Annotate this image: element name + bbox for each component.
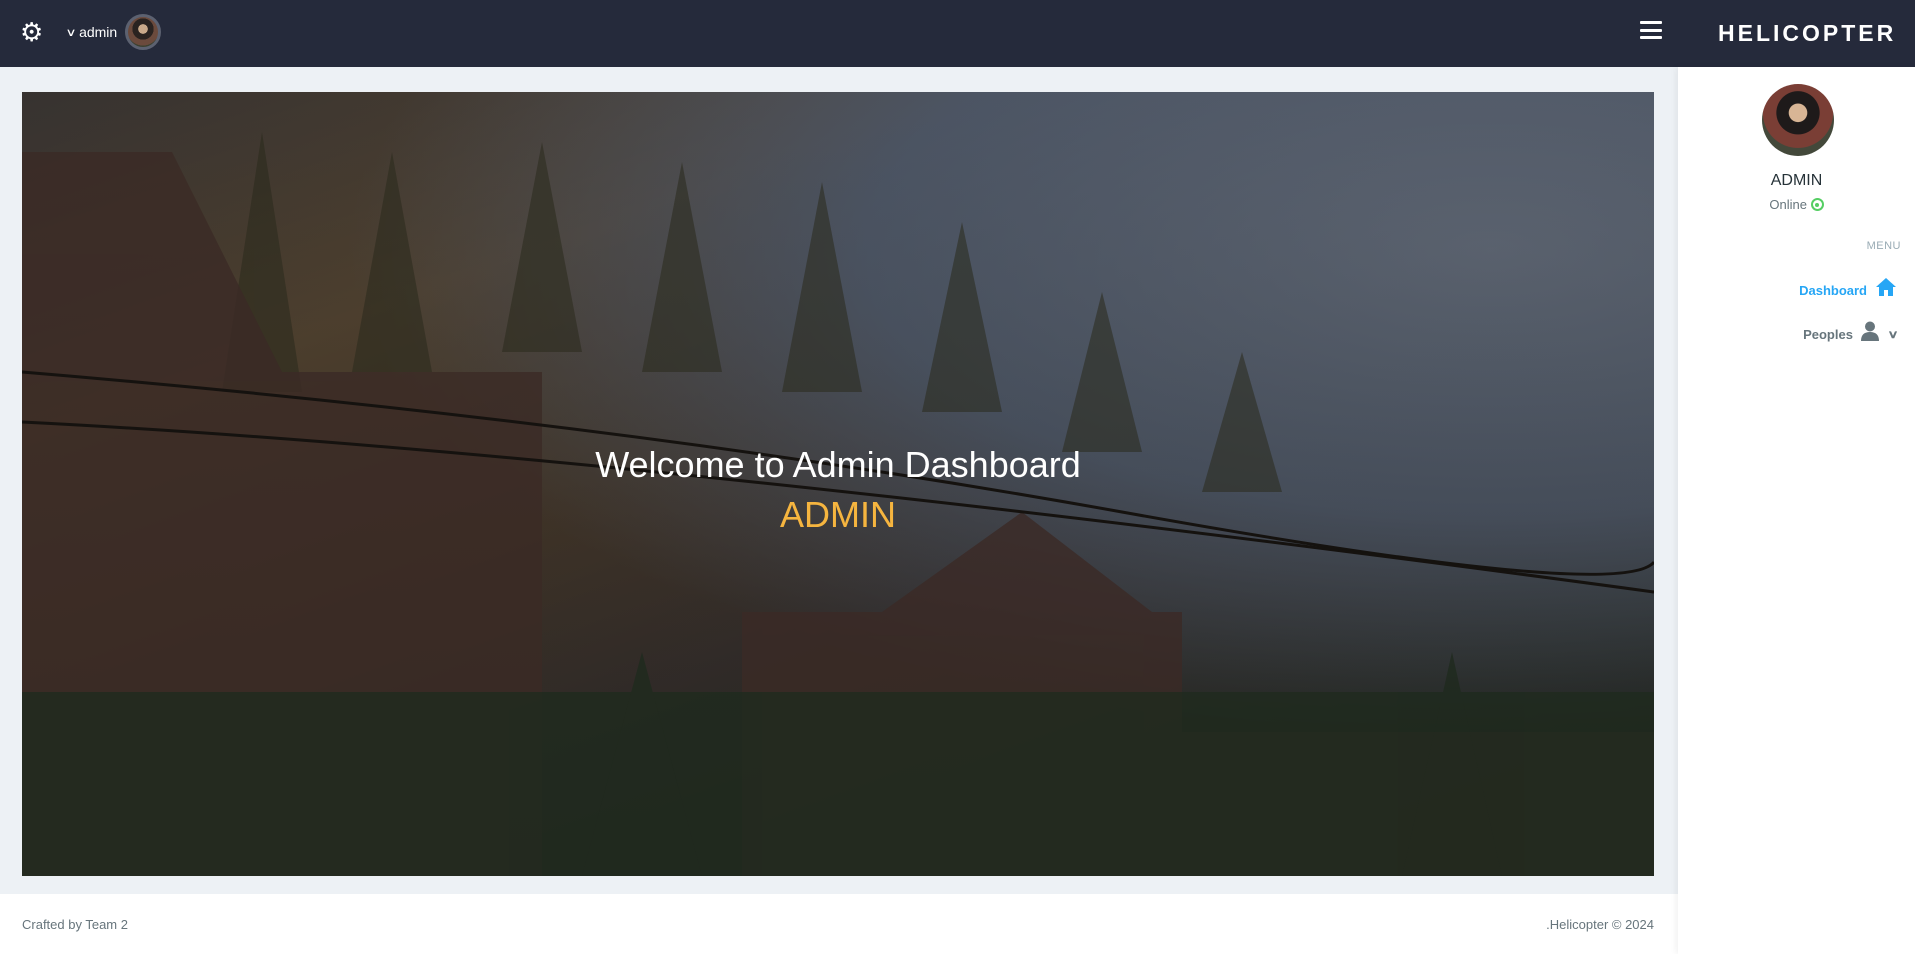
gear-icon[interactable]: ⚙ (20, 19, 46, 45)
main-content: Welcome to Admin Dashboard ADMIN (0, 67, 1678, 894)
profile-avatar (1762, 84, 1834, 156)
profile-status: Online (1678, 197, 1915, 212)
top-navbar: ⚙ ∨ admin HELICOPTER (0, 0, 1915, 67)
username: admin (79, 24, 118, 40)
sidebar: ADMIN Online MENU Dashboard Peoples ∨ (1678, 67, 1915, 954)
user-dropdown[interactable]: ∨ admin (65, 14, 162, 50)
sidebar-item-label: Peoples (1803, 326, 1853, 342)
chevron-down-icon: ∨ (65, 26, 77, 39)
sidebar-item-peoples[interactable]: Peoples ∨ (1803, 321, 1899, 347)
avatar[interactable] (125, 14, 162, 50)
hamburger-icon[interactable] (1640, 21, 1662, 39)
welcome-banner: Welcome to Admin Dashboard ADMIN (22, 92, 1654, 876)
status-text: Online (1769, 197, 1807, 212)
chevron-down-icon[interactable]: ∨ (1887, 328, 1898, 341)
logo[interactable]: HELICOPTER (1718, 20, 1896, 47)
user-icon (1860, 321, 1879, 347)
welcome-heading: Welcome to Admin Dashboard (595, 444, 1081, 485)
welcome-username: ADMIN (780, 494, 896, 535)
sidebar-item-dashboard[interactable]: Dashboard (1799, 277, 1897, 303)
footer-credit: Crafted by Team 2 (22, 917, 128, 932)
menu-caption: MENU (1866, 240, 1901, 252)
profile-name: ADMIN (1770, 172, 1823, 189)
home-icon (1875, 277, 1897, 303)
sidebar-item-label: Dashboard (1799, 282, 1867, 298)
online-indicator-icon (1810, 198, 1824, 211)
footer: Crafted by Team 2 .Helicopter © 2024 (0, 894, 1678, 954)
footer-copyright: .Helicopter © 2024 (1546, 917, 1654, 932)
